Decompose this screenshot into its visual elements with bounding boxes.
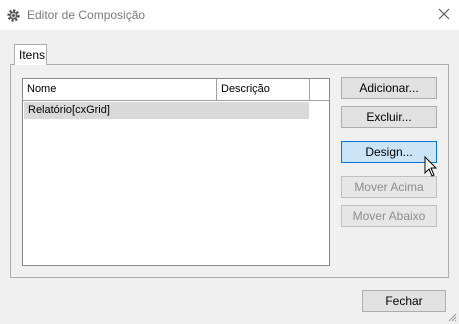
- add-button[interactable]: Adicionar...: [341, 77, 437, 99]
- window-title: Editor de Composição: [27, 8, 146, 22]
- resize-grip-icon[interactable]: [447, 312, 457, 322]
- items-list[interactable]: Nome Descrição Relatório[cxGrid]: [22, 78, 330, 266]
- column-header-nome[interactable]: Nome: [23, 79, 217, 100]
- list-item-name: Relatório[cxGrid]: [28, 104, 110, 116]
- move-down-button: Mover Abaixo: [341, 205, 437, 227]
- close-button[interactable]: Fechar: [362, 290, 446, 312]
- title-bar: Editor de Composição: [0, 0, 459, 30]
- close-window-button[interactable]: [429, 0, 459, 30]
- delete-button[interactable]: Excluir...: [341, 106, 437, 128]
- list-item[interactable]: Relatório[cxGrid]: [24, 102, 309, 119]
- composition-editor-window: Editor de Composição Itens Nome Descriçã…: [0, 0, 459, 324]
- gear-icon: [7, 9, 20, 22]
- tab-itens-label: Itens: [19, 48, 46, 62]
- column-header-descricao[interactable]: Descrição: [217, 79, 310, 100]
- design-button[interactable]: Design...: [341, 141, 437, 163]
- column-label: Nome: [27, 83, 57, 95]
- tab-itens[interactable]: Itens: [14, 44, 47, 65]
- mouse-cursor-icon: [424, 156, 438, 177]
- list-header: Nome Descrição: [23, 79, 329, 101]
- move-up-button: Mover Acima: [341, 176, 437, 198]
- column-label: Descrição: [221, 83, 270, 95]
- close-icon: [438, 8, 450, 20]
